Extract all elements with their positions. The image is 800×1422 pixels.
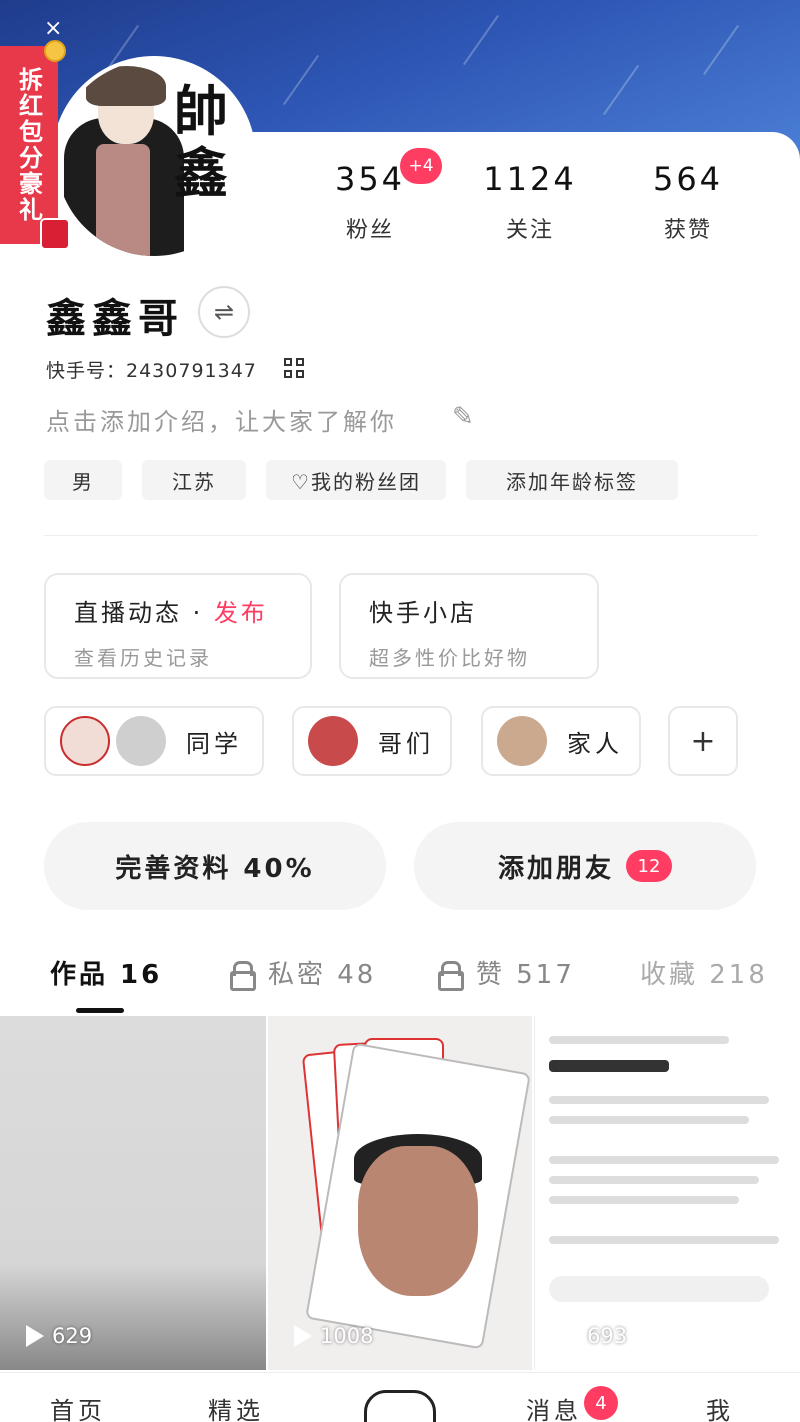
view-count: 629	[26, 1324, 92, 1348]
play-icon	[26, 1325, 44, 1347]
play-icon	[294, 1325, 312, 1347]
play-icon	[561, 1325, 579, 1347]
likes-count: 564	[652, 160, 724, 198]
red-envelope-icon	[40, 218, 70, 250]
group-avatar	[497, 716, 547, 766]
profile-name: 鑫鑫哥	[46, 296, 184, 342]
screenshot-line	[549, 1196, 739, 1204]
rain-streak	[462, 14, 500, 66]
lock-icon	[230, 960, 256, 991]
add-friends-badge: 12	[626, 850, 672, 882]
divider	[44, 535, 758, 536]
tab-favorites-label: 收藏 218	[640, 960, 768, 990]
tag-add-age[interactable]: 添加年龄标签	[466, 460, 678, 500]
group-avatar	[60, 716, 110, 766]
live-activity-subtitle: 查看历史记录	[74, 646, 212, 670]
shop-subtitle: 超多性价比好物	[369, 646, 530, 670]
tag-fan-club[interactable]: ♡我的粉丝团	[266, 460, 446, 500]
screenshot-line	[549, 1176, 759, 1184]
tag-gender[interactable]: 男	[44, 460, 122, 500]
tab-liked-label: 赞 517	[476, 960, 575, 990]
add-group-button[interactable]: +	[668, 706, 738, 776]
lock-icon	[438, 960, 464, 991]
following-count: 1124	[483, 160, 577, 198]
tab-favorites[interactable]: 收藏 218	[640, 954, 768, 991]
avatar-figure-shirt	[96, 144, 150, 256]
video-thumbnail[interactable]: 629	[0, 1016, 266, 1370]
live-activity-card[interactable]: 直播动态 · 发布 查看历史记录	[44, 573, 312, 679]
nav-home[interactable]: 首页	[50, 1391, 106, 1422]
red-packet-banner[interactable]: 拆红包分豪礼	[0, 46, 58, 244]
screenshot-line	[549, 1060, 669, 1072]
kuaishou-id[interactable]: 快手号：2430791347	[46, 356, 257, 383]
nav-me[interactable]: 我	[706, 1391, 734, 1422]
rain-streak	[282, 54, 320, 106]
view-count: 1008	[294, 1324, 373, 1348]
avatar-calligraphy: 帥鑫	[174, 79, 228, 205]
add-friends-label: 添加朋友	[497, 853, 614, 884]
likes-label: 获赞	[663, 218, 712, 243]
nav-messages[interactable]: 消息	[526, 1391, 582, 1422]
group-avatar	[116, 716, 166, 766]
new-fans-badge: +4	[400, 148, 442, 184]
group-family[interactable]: 家人	[481, 706, 641, 776]
add-friends-button[interactable]: 添加朋友 12	[414, 822, 756, 910]
tag-region[interactable]: 江苏	[142, 460, 246, 500]
screenshot-line	[549, 1156, 779, 1164]
stat-likes[interactable]: 564 获赞	[618, 160, 758, 244]
group-avatar	[308, 716, 358, 766]
rain-streak	[602, 64, 640, 116]
live-activity-title: 直播动态 · 发布	[74, 599, 268, 627]
following-label: 关注	[505, 218, 554, 243]
screenshot-line	[549, 1096, 769, 1104]
tab-works-label: 作品 16	[50, 960, 163, 990]
kuaishou-shop-card[interactable]: 快手小店 超多性价比好物	[339, 573, 599, 679]
tab-private[interactable]: 私密 48	[230, 954, 376, 991]
video-thumbnail[interactable]: 693	[534, 1016, 800, 1370]
edit-pencil-icon[interactable]: ✎	[452, 402, 474, 432]
avatar-figure-hair	[86, 66, 166, 106]
group-classmates[interactable]: 同学	[44, 706, 264, 776]
fans-label: 粉丝	[345, 218, 394, 243]
group-label: 同学	[186, 729, 242, 758]
group-label: 家人	[567, 729, 623, 758]
qr-code-icon[interactable]	[284, 358, 304, 378]
nav-featured[interactable]: 精选	[208, 1391, 264, 1422]
create-button[interactable]	[364, 1390, 436, 1422]
screenshot-line	[549, 1116, 749, 1124]
close-icon[interactable]: ×	[44, 16, 62, 41]
publish-link[interactable]: 发布	[214, 599, 268, 627]
screenshot-line	[549, 1236, 779, 1244]
view-count: 693	[561, 1324, 627, 1348]
tab-private-label: 私密 48	[268, 960, 377, 990]
screenshot-line	[549, 1036, 729, 1044]
intro-placeholder[interactable]: 点击添加介绍，让大家了解你	[46, 402, 397, 437]
group-buddies[interactable]: 哥们	[292, 706, 452, 776]
switch-account-icon[interactable]: ⇌	[198, 286, 250, 338]
messages-badge: 4	[584, 1386, 618, 1420]
person-face	[358, 1146, 478, 1296]
complete-profile-button[interactable]: 完善资料 40%	[44, 822, 386, 910]
tab-liked[interactable]: 赞 517	[438, 954, 575, 991]
avatar[interactable]: 帥鑫	[56, 60, 252, 256]
tab-indicator	[76, 1008, 124, 1013]
coin-icon	[44, 40, 66, 62]
video-thumbnail[interactable]: 1008	[268, 1016, 532, 1370]
tab-works[interactable]: 作品 16	[50, 954, 162, 991]
group-label: 哥们	[378, 729, 434, 758]
stat-following[interactable]: 1124 关注	[460, 160, 600, 244]
shop-title: 快手小店	[369, 599, 477, 627]
rain-streak	[702, 24, 740, 76]
screenshot-line	[549, 1276, 769, 1302]
